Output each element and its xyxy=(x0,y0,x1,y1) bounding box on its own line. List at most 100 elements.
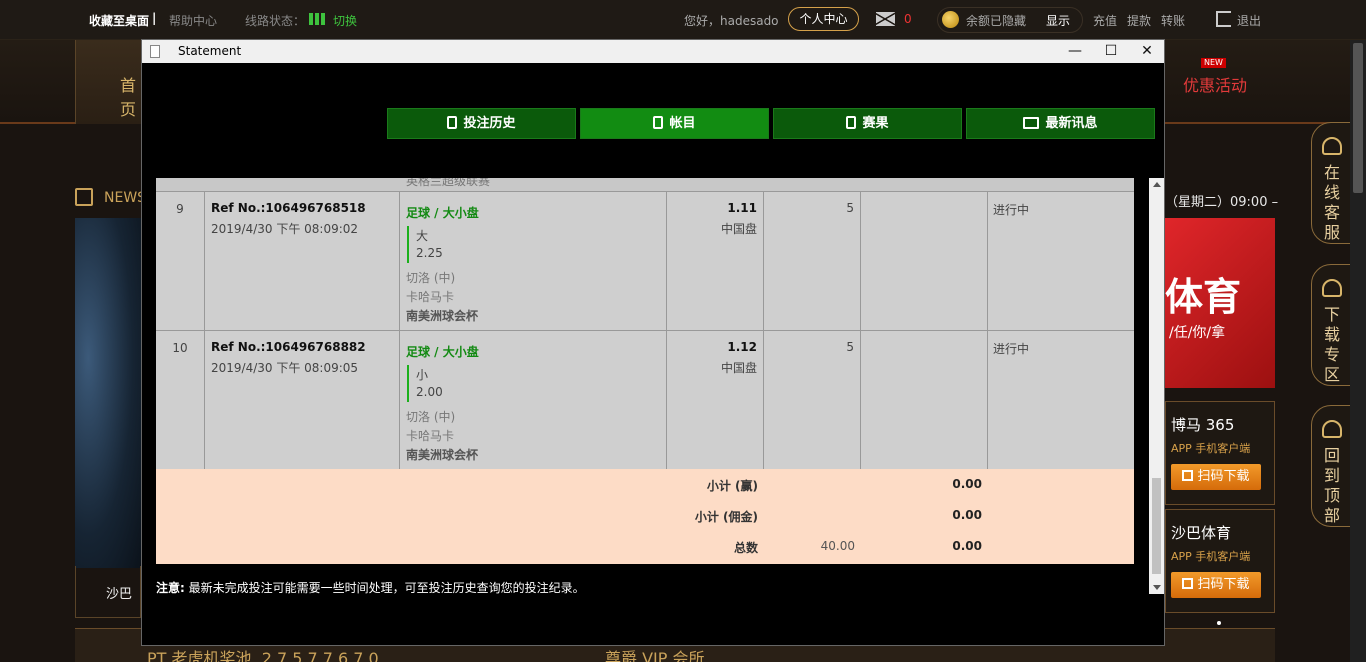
partial-row-text: 英格兰超级联赛 xyxy=(406,178,491,188)
app-card-subtitle: APP 手机客户端 xyxy=(1171,550,1251,563)
content-scrollbar[interactable] xyxy=(1149,178,1164,594)
top-bar: 收藏至桌面 | 帮助中心 线路状态： 切换 您好，hadesado 个人中心 0… xyxy=(0,0,1366,40)
mail-count-badge: 0 xyxy=(904,12,912,26)
rocket-icon xyxy=(1322,420,1342,438)
line-status-label: 线路状态： xyxy=(245,14,306,28)
nav-item-promotions[interactable]: 优惠活动 xyxy=(1183,72,1247,96)
selection: 大 xyxy=(416,229,429,243)
minimize-button[interactable]: — xyxy=(1057,40,1093,63)
match-name: 切洛 (中) xyxy=(406,410,456,424)
sport-market: 足球 / 大小盘 xyxy=(406,206,479,220)
greeting: 您好，hadesado xyxy=(684,14,779,28)
sports-banner[interactable]: 体育 /任/你/拿 xyxy=(1165,218,1275,388)
cell-winloss xyxy=(861,331,988,469)
subtotal-winloss-label: 小计 (赢) xyxy=(706,479,758,493)
mail-icon xyxy=(1023,117,1040,129)
row-index: 10 xyxy=(172,341,188,355)
subtotal-commission-label: 小计 (佣金) xyxy=(694,510,758,524)
scan-download-button[interactable]: 扫码下载 xyxy=(1171,572,1261,598)
qr-icon xyxy=(1182,470,1194,481)
bet-status: 进行中 xyxy=(993,203,1030,217)
league: 南美洲球会杯 xyxy=(406,448,479,462)
transfer-link[interactable]: 转账 xyxy=(1161,12,1185,29)
cell-winloss xyxy=(861,192,988,330)
sport-market: 足球 / 大小盘 xyxy=(406,345,479,359)
signal-bars-icon xyxy=(309,13,325,25)
recharge-link[interactable]: 充值 xyxy=(1093,12,1117,29)
left-banner-image[interactable] xyxy=(75,218,141,568)
add-to-desktop-link[interactable]: 收藏至桌面 xyxy=(89,12,149,29)
sports-banner-title: 体育 xyxy=(1165,275,1242,319)
personal-center-button[interactable]: 个人中心 xyxy=(788,7,859,31)
app-card-name: 博马 365 xyxy=(1171,416,1235,434)
document-icon xyxy=(150,45,160,58)
notice-text: 最新未完成投注可能需要一些时间处理，可至投注历史查询您的投注纪录。 xyxy=(184,581,585,595)
sports-banner-slogan: /任/你/拿 xyxy=(1169,325,1226,341)
teams: 卡哈马卡 xyxy=(406,290,455,304)
switch-line-link[interactable]: 切换 xyxy=(333,12,357,29)
league: 南美洲球会杯 xyxy=(406,309,479,323)
tab-bar: 投注历史 帐目 赛果 最新讯息 xyxy=(387,108,1156,139)
content-scrollbar-thumb[interactable] xyxy=(1152,478,1161,574)
side-button-live-chat[interactable]: 在线客服 xyxy=(1311,122,1351,244)
total-value: 0.00 xyxy=(952,539,982,553)
side-button-back-to-top[interactable]: 回到顶部 xyxy=(1311,405,1351,527)
app-card-subtitle: APP 手机客户端 xyxy=(1171,442,1251,455)
headset-icon xyxy=(1322,137,1342,155)
tab-label: 赛果 xyxy=(862,116,889,131)
bet-date: 2019/4/30 下午 08:09:02 xyxy=(211,222,359,236)
scan-download-label: 扫码下载 xyxy=(1197,577,1250,592)
cell-index: 9 xyxy=(156,192,205,330)
logout-icon[interactable] xyxy=(1216,11,1231,27)
subtotal-winloss-value: 0.00 xyxy=(952,477,982,491)
odds-type: 中国盘 xyxy=(720,222,757,236)
news-icon xyxy=(75,188,93,206)
service-time: （星期二）09:00 – xyxy=(1165,195,1279,210)
results-icon xyxy=(846,116,857,129)
nav-item-home[interactable]: 首页 xyxy=(75,40,145,124)
table-row-partial: 英格兰超级联赛 xyxy=(156,178,1134,192)
page-scrollbar[interactable] xyxy=(1350,40,1366,662)
page-scrollbar-thumb[interactable] xyxy=(1353,43,1363,193)
show-balance-button[interactable]: 显示 xyxy=(1046,12,1070,29)
news-label: NEWS xyxy=(104,190,147,206)
new-badge: NEW xyxy=(1201,58,1226,68)
side-button-label: 下载专区 xyxy=(1324,305,1341,384)
tab-bet-history[interactable]: 投注历史 xyxy=(387,108,576,139)
table-row: 10 Ref No.:106496768882 2019/4/30 下午 08:… xyxy=(156,331,1134,470)
total-label: 总数 xyxy=(733,541,758,555)
app-card-bm365: 博马 365 APP 手机客户端 扫码下载 xyxy=(1165,401,1275,505)
close-button[interactable]: ✕ xyxy=(1129,40,1165,63)
stake: 5 xyxy=(846,201,854,215)
separator: | xyxy=(152,11,157,25)
scroll-up-arrow-icon[interactable] xyxy=(1153,182,1161,187)
tab-messages[interactable]: 最新讯息 xyxy=(966,108,1155,139)
handicap-line: 2.25 xyxy=(416,246,443,260)
tab-results[interactable]: 赛果 xyxy=(773,108,962,139)
jackpot-digits: 2 7 5 7 7 6 7 0 xyxy=(261,649,379,662)
summary-section: 小计 (赢) 0.00 小计 (佣金) 0.00 总数 40.00 0.00 xyxy=(156,469,1134,564)
row-index: 9 xyxy=(176,202,184,216)
tab-statement[interactable]: 帐目 xyxy=(580,108,769,139)
odds: 1.12 xyxy=(727,340,757,354)
bets-table: 英格兰超级联赛 9 Ref No.:106496768518 2019/4/30… xyxy=(156,178,1134,470)
carousel-dot[interactable] xyxy=(1217,621,1221,625)
notice: 注意: 最新未完成投注可能需要一些时间处理，可至投注历史查询您的投注纪录。 xyxy=(156,579,585,596)
notice-prefix: 注意: xyxy=(156,581,185,595)
ref-number: Ref No.:106496768518 xyxy=(211,201,366,215)
scan-download-button[interactable]: 扫码下载 xyxy=(1171,464,1261,490)
side-button-download[interactable]: 下载专区 xyxy=(1311,264,1351,386)
withdraw-link[interactable]: 提款 xyxy=(1127,12,1151,29)
vip-club-label[interactable]: 尊爵 VIP 会所 xyxy=(605,645,705,662)
scroll-down-arrow-icon[interactable] xyxy=(1153,585,1161,590)
app-card-saba: 沙巴体育 APP 手机客户端 扫码下载 xyxy=(1165,509,1275,613)
bet-status: 进行中 xyxy=(993,342,1030,356)
subtotal-commission-value: 0.00 xyxy=(952,508,982,522)
maximize-button[interactable]: ☐ xyxy=(1093,40,1129,63)
window-titlebar[interactable]: Statement — ☐ ✕ xyxy=(142,40,1164,63)
selection-bar xyxy=(407,226,409,263)
logout-link[interactable]: 退出 xyxy=(1237,12,1261,29)
tab-label: 投注历史 xyxy=(463,116,516,131)
help-center-link[interactable]: 帮助中心 xyxy=(169,12,217,29)
mail-icon[interactable] xyxy=(876,12,895,26)
